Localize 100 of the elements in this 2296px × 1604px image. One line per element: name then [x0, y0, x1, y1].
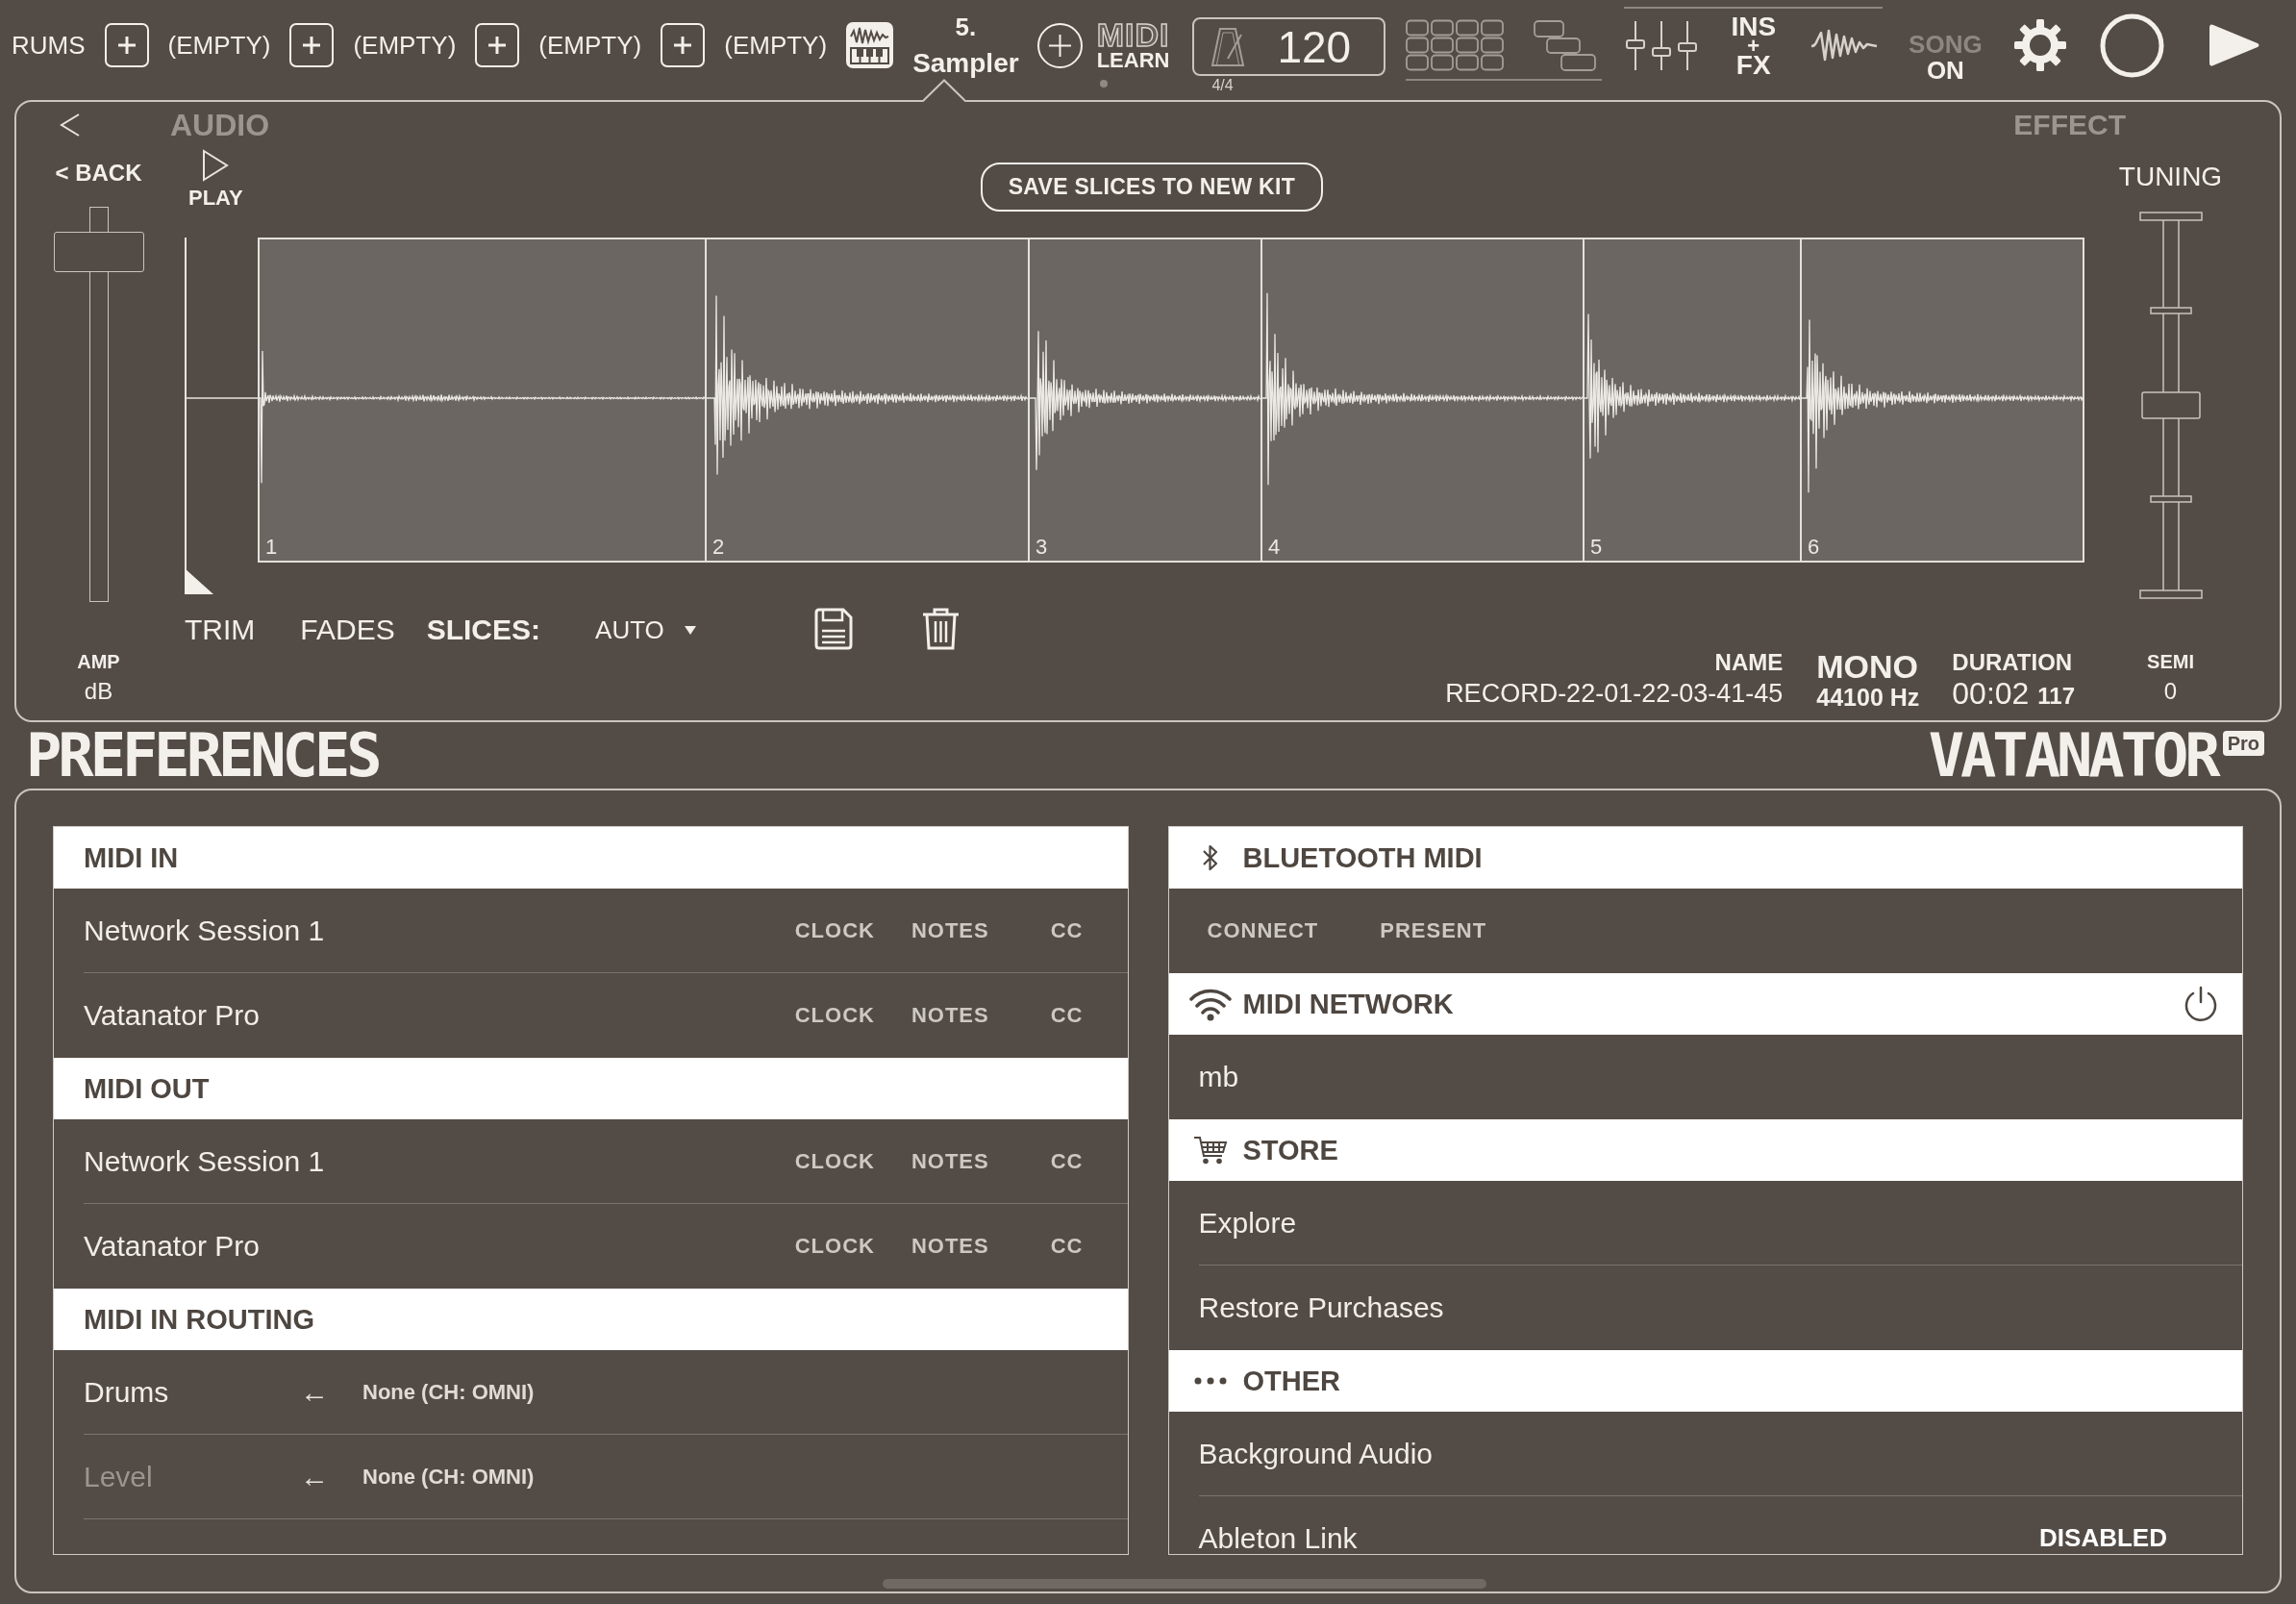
filter-toggle[interactable]: CC [1050, 1148, 1084, 1174]
mode-tab[interactable]: SLICES: [426, 606, 541, 654]
routing-arrow: ← [300, 1460, 329, 1493]
faders-icon[interactable] [1626, 19, 1698, 72]
slice-number: 4 [1268, 536, 1281, 559]
page-title: PREFERENCES [26, 730, 379, 781]
keyboard-wave-icon[interactable] [846, 22, 894, 68]
duration-value: 00:02 117 [1952, 676, 2075, 713]
filter-toggle[interactable]: NOTES [911, 1148, 989, 1174]
wifi-icon [1186, 987, 1234, 1021]
filter-toggle[interactable]: CLOCK [794, 1003, 875, 1028]
slider-thumb[interactable] [53, 231, 144, 272]
sample-name: RECORD-22-01-22-03-41-45 [1445, 678, 1784, 710]
filter-toggle[interactable]: CLOCK [794, 917, 875, 943]
track-name: Level [84, 1460, 154, 1493]
section-title: MIDI NETWORK [1242, 988, 1454, 1020]
track-tab[interactable]: (EMPTY) [167, 31, 271, 60]
port-name: Network Session 1 [84, 1144, 325, 1178]
track-tab[interactable]: 5. Sampler [912, 9, 1019, 82]
slider-unit: dB [84, 680, 113, 703]
back-button[interactable]: < BACK [55, 161, 142, 186]
plus-icon [487, 36, 508, 55]
sample-rate: 44100 Hz [1816, 684, 1920, 711]
slider-label: TUNING [2118, 163, 2223, 190]
add-track-button[interactable] [661, 23, 706, 67]
track-tab[interactable]: (EMPTY) [353, 31, 457, 60]
slice-number: 1 [265, 536, 278, 559]
midi-learn-button[interactable]: MIDI LEARN [1096, 20, 1170, 88]
trim-handle[interactable] [185, 238, 213, 594]
track-name: Drums [84, 1375, 170, 1409]
slider-label: SEMI [2147, 651, 2194, 672]
slider-label: AMP [77, 651, 120, 672]
slice-number: 2 [712, 536, 725, 559]
tempo-value: 120 [1277, 22, 1352, 71]
bluetooth-action-button[interactable]: CONNECT [1207, 918, 1319, 943]
list-item[interactable]: Background Audio [1198, 1437, 1433, 1470]
source-selector[interactable]: None (CH: OMNI) [362, 1379, 535, 1405]
slice-number: 3 [1036, 536, 1048, 559]
mode-tab[interactable]: FADES [300, 606, 395, 654]
filter-toggle[interactable]: CC [1050, 1003, 1084, 1028]
add-track-button[interactable] [289, 23, 335, 67]
play-button[interactable]: PLAY [188, 149, 243, 209]
channel-mode: MONO [1816, 649, 1919, 684]
filter-toggle[interactable]: CC [1050, 917, 1084, 943]
record-icon[interactable] [2099, 13, 2164, 78]
track-tab[interactable]: (EMPTY) [538, 31, 642, 60]
tempo-display[interactable]: 120 [1192, 17, 1386, 76]
audio-slice[interactable]: 1 [258, 238, 705, 563]
add-track-button[interactable] [475, 23, 520, 67]
filter-toggle[interactable]: NOTES [911, 917, 989, 943]
audio-slice[interactable]: 3 [1028, 238, 1260, 563]
plus-icon [302, 36, 322, 55]
time-signature: 4/4 [1211, 76, 1234, 95]
section-title: STORE [1242, 1134, 1338, 1166]
amp-slider[interactable] [53, 207, 144, 602]
port-name: Vatanator Pro [84, 999, 260, 1032]
track-tab[interactable]: RUMS [12, 31, 86, 60]
section-title: BLUETOOTH MIDI [1242, 841, 1483, 874]
info-label: NAME [1714, 649, 1784, 676]
port-name: Network Session 1 [84, 914, 325, 947]
settings-icon[interactable] [2011, 17, 2068, 73]
audio-slice[interactable]: 6 [1800, 238, 2084, 563]
tuning-slider[interactable] [2138, 212, 2203, 599]
filter-toggle[interactable]: CC [1050, 1234, 1084, 1259]
cart-icon [1192, 1135, 1228, 1165]
slice-mode-dropdown[interactable]: AUTO [595, 606, 696, 654]
track-tab[interactable]: (EMPTY) [724, 31, 828, 60]
chevron-left-icon[interactable] [59, 113, 81, 138]
song-mode-button[interactable]: SONG ON [1909, 32, 1983, 84]
list-item[interactable]: Restore Purchases [1198, 1291, 1444, 1324]
slider-value: 0 [2163, 680, 2178, 703]
slider-thumb[interactable] [2140, 391, 2201, 419]
filter-toggle[interactable]: CLOCK [794, 1148, 875, 1174]
list-item[interactable]: Ableton Link [1198, 1521, 1358, 1554]
pad-grid-icon[interactable] [1406, 19, 1505, 72]
plus-circle-icon[interactable] [1036, 21, 1084, 69]
caret-down-icon [684, 625, 696, 635]
status-value: DISABLED [2039, 1523, 2167, 1553]
ins-fx-button[interactable]: INS + FX [1731, 15, 1777, 76]
audio-slice[interactable]: 2 [705, 238, 1028, 563]
filter-toggle[interactable]: NOTES [911, 1003, 989, 1028]
app-logo: VATANATOR [1928, 730, 2217, 781]
tick-mark [2149, 307, 2192, 314]
pro-badge: Pro [2222, 730, 2264, 756]
list-item[interactable]: Explore [1198, 1206, 1297, 1240]
audio-slice[interactable]: 5 [1583, 238, 1800, 563]
list-item[interactable]: mb [1198, 1061, 1239, 1093]
info-label: DURATION [1952, 649, 2073, 676]
section-heading: EFFECT [2013, 111, 2126, 139]
audio-slice[interactable]: 4 [1260, 238, 1583, 563]
filter-toggle[interactable]: CLOCK [794, 1234, 875, 1259]
more-dots-icon [1192, 1376, 1228, 1386]
bluetooth-action-button[interactable]: PRESENT [1380, 918, 1487, 943]
sequence-blocks-icon[interactable] [1534, 19, 1597, 72]
section-heading: AUDIO [170, 111, 270, 139]
mode-tab[interactable]: TRIM [185, 606, 256, 654]
add-track-button[interactable] [104, 23, 149, 67]
bluetooth-icon [1200, 843, 1220, 872]
filter-toggle[interactable]: NOTES [911, 1234, 989, 1259]
save-slices-button[interactable]: SAVE SLICES TO NEW KIT [980, 163, 1324, 212]
